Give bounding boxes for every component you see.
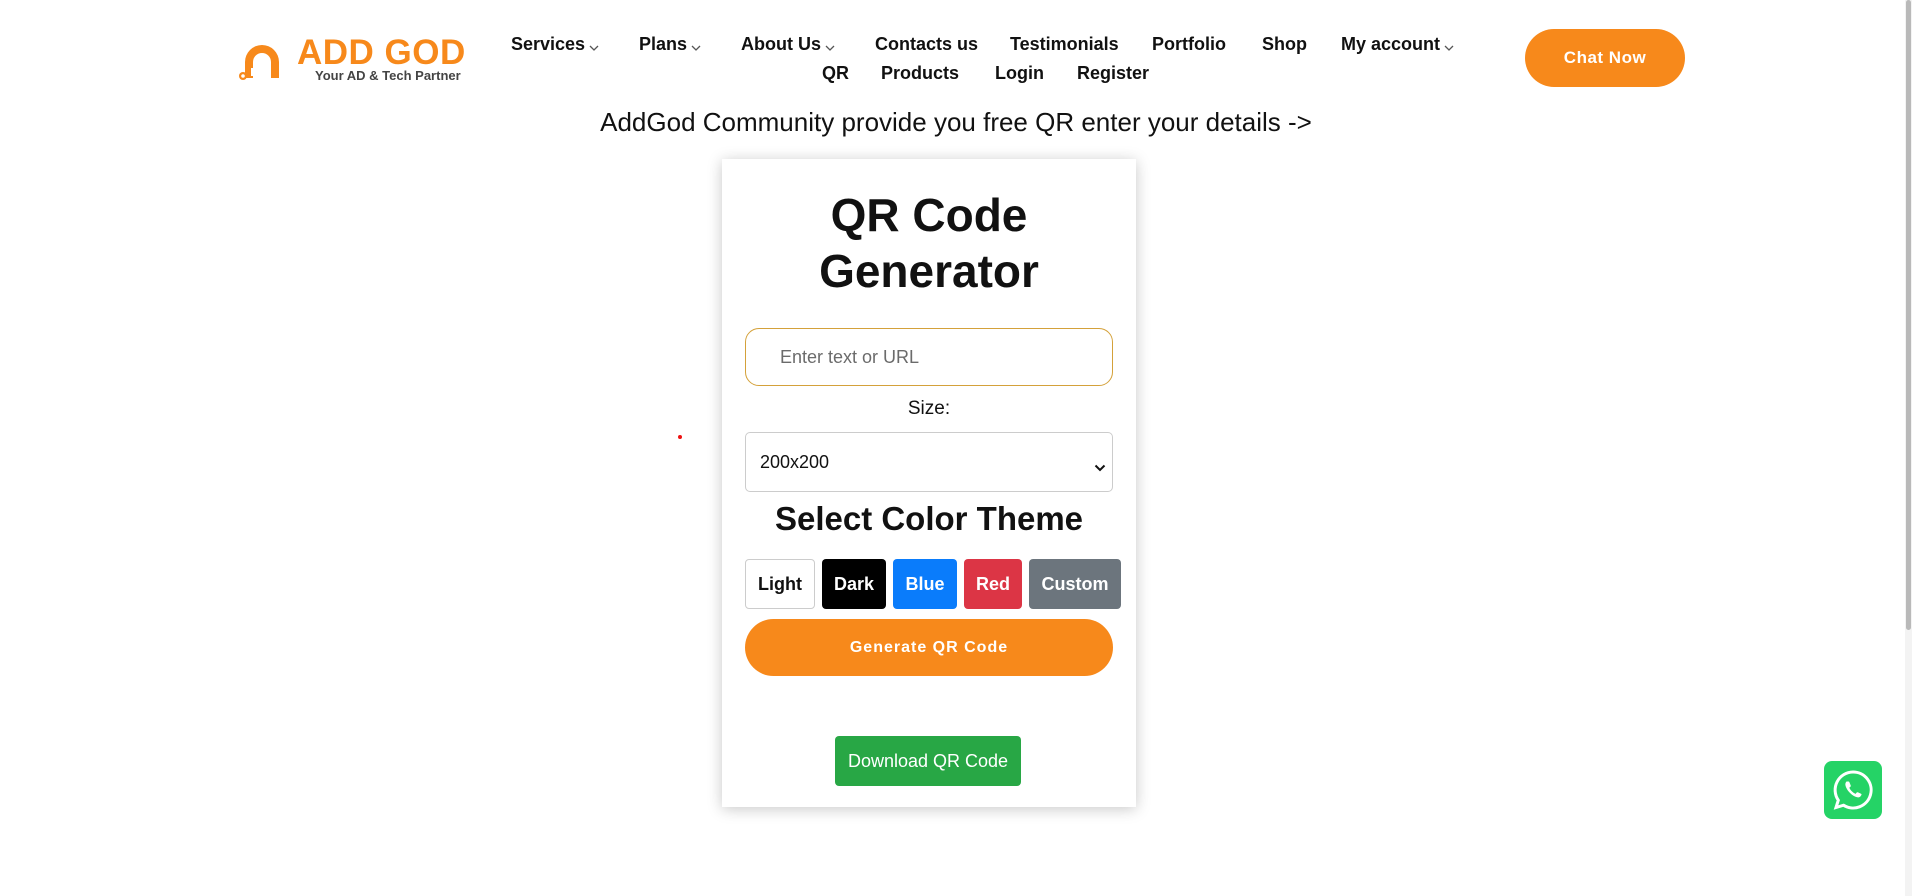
theme-title: Select Color Theme	[774, 500, 1084, 537]
nav-my-account[interactable]: My account	[1341, 33, 1454, 56]
chevron-down-icon	[825, 34, 835, 56]
card-title-line2: Generator	[819, 245, 1039, 297]
intro-heading: AddGod Community provide you free QR ent…	[600, 107, 1312, 137]
nav-plans[interactable]: Plans	[639, 33, 701, 56]
theme-blue-button[interactable]: Blue	[893, 559, 957, 609]
nav-qr[interactable]: QR	[822, 62, 849, 84]
generate-qr-button[interactable]: Generate QR Code	[745, 619, 1113, 676]
nav-label: About Us	[741, 34, 821, 54]
card-title-line1: QR Code	[830, 189, 1028, 241]
nav-portfolio[interactable]: Portfolio	[1152, 33, 1226, 55]
nav-label: Services	[511, 34, 586, 54]
qr-generator-card: QR Code Generator Size: 200x200 Select C…	[722, 159, 1136, 807]
theme-red-button[interactable]: Red	[964, 559, 1022, 609]
theme-custom-button[interactable]: Custom	[1029, 559, 1121, 609]
nav-label: Plans	[639, 34, 688, 54]
chat-now-button[interactable]: Chat Now	[1525, 29, 1685, 87]
card-title: QR Code Generator	[722, 187, 1136, 299]
nav-testimonials[interactable]: Testimonials	[1010, 33, 1119, 55]
whatsapp-icon	[1833, 770, 1873, 810]
nav-products[interactable]: Products	[881, 62, 959, 84]
download-qr-button[interactable]: Download QR Code	[835, 736, 1021, 786]
nav-register[interactable]: Register	[1077, 62, 1149, 84]
nav-label: My account	[1341, 34, 1441, 54]
chevron-down-icon	[1094, 456, 1106, 477]
nav-about-us[interactable]: About Us	[741, 33, 835, 56]
chevron-down-icon	[691, 34, 701, 56]
chevron-down-icon	[1444, 34, 1454, 56]
brand-name: ADD GOD	[297, 33, 466, 72]
brand-tagline: Your AD & Tech Partner	[315, 68, 461, 83]
nav-contacts-us[interactable]: Contacts us	[875, 33, 978, 55]
qr-text-input[interactable]	[745, 328, 1113, 386]
size-selected-value: 200x200	[760, 451, 830, 472]
theme-light-button[interactable]: Light	[745, 559, 815, 609]
nav-login[interactable]: Login	[995, 62, 1044, 84]
chevron-down-icon	[589, 34, 599, 56]
size-select[interactable]: 200x200	[745, 432, 1113, 492]
addgod-logo-icon	[239, 45, 279, 80]
decorative-dot	[678, 435, 682, 439]
scrollbar-thumb[interactable]	[1906, 0, 1911, 630]
size-label: Size:	[907, 398, 951, 419]
whatsapp-button[interactable]	[1824, 761, 1882, 819]
theme-dark-button[interactable]: Dark	[822, 559, 886, 609]
nav-services[interactable]: Services	[511, 33, 599, 56]
nav-shop[interactable]: Shop	[1262, 33, 1307, 55]
brand-logo[interactable]: ADD GOD Your AD & Tech Partner	[237, 34, 472, 86]
